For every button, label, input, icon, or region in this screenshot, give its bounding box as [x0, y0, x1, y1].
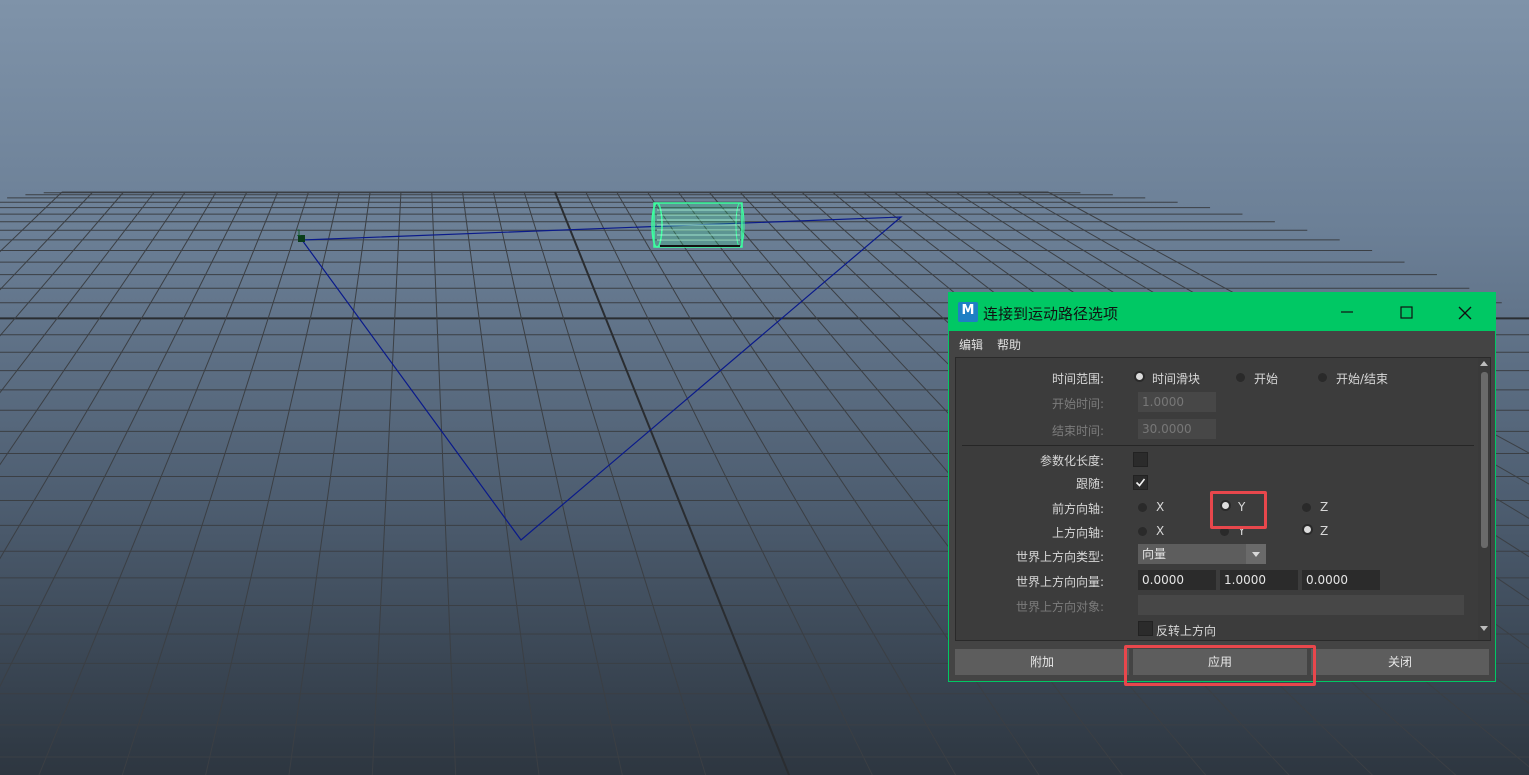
maximize-button[interactable] — [1379, 293, 1435, 331]
up-axis-z-radio[interactable] — [1302, 524, 1313, 535]
world-up-object-field[interactable] — [1138, 595, 1464, 615]
close-icon — [1458, 306, 1472, 320]
maximize-icon — [1400, 306, 1413, 319]
world-up-vector-label: 世界上方向向量: — [1015, 575, 1104, 589]
follow-checkbox[interactable] — [1133, 475, 1148, 490]
minimize-icon — [1341, 311, 1353, 313]
parametric-length-label: 参数化长度: — [1039, 454, 1104, 468]
time-range-slider-radio[interactable] — [1134, 371, 1145, 382]
minimize-button[interactable] — [1319, 293, 1375, 331]
inverse-up-label: 反转上方向 — [1156, 624, 1217, 638]
time-range-start-radio[interactable] — [1236, 373, 1245, 382]
world-up-vector-x-field[interactable]: 0.0000 — [1138, 570, 1216, 590]
checkmark-icon — [1135, 478, 1146, 487]
svg-text:1: 1 — [296, 229, 302, 239]
dropdown-arrow-icon — [1246, 544, 1266, 564]
dialog-titlebar[interactable]: M 连接到运动路径选项 — [949, 293, 1495, 331]
maya-app-icon: M — [958, 302, 978, 322]
close-window-button[interactable] — [1437, 293, 1493, 331]
front-axis-z-radio[interactable] — [1302, 503, 1311, 512]
time-range-start-text: 开始 — [1254, 372, 1279, 386]
cylinder-object[interactable] — [651, 202, 745, 248]
add-button[interactable]: 附加 — [955, 649, 1129, 675]
dialog-menubar: 编辑 帮助 — [949, 331, 1495, 353]
world-up-type-value: 向量 — [1142, 547, 1167, 561]
up-axis-x-text: X — [1156, 524, 1165, 538]
front-axis-x-text: X — [1156, 500, 1165, 514]
end-time-field[interactable]: 30.0000 — [1138, 419, 1216, 439]
front-axis-label: 前方向轴: — [1051, 502, 1104, 516]
up-axis-z-text: Z — [1320, 524, 1329, 538]
time-range-start-end-text: 开始/结束 — [1336, 372, 1389, 386]
world-up-type-dropdown[interactable]: 向量 — [1138, 544, 1266, 564]
parametric-length-checkbox[interactable] — [1133, 452, 1148, 467]
highlight-apply-button — [1124, 645, 1316, 686]
world-up-vector-z-field[interactable]: 0.0000 — [1302, 570, 1380, 590]
front-axis-z-text: Z — [1320, 500, 1329, 514]
world-up-vector-y-field[interactable]: 1.0000 — [1220, 570, 1298, 590]
menu-help[interactable]: 帮助 — [997, 336, 1021, 353]
up-axis-x-radio[interactable] — [1138, 527, 1147, 536]
inverse-up-checkbox[interactable] — [1138, 621, 1153, 636]
menu-edit[interactable]: 编辑 — [959, 336, 983, 353]
follow-label: 跟随: — [1075, 477, 1104, 491]
time-range-label: 时间范围: — [1051, 372, 1104, 386]
time-range-start-end-radio[interactable] — [1318, 373, 1327, 382]
start-time-label: 开始时间: — [1051, 397, 1104, 411]
end-time-label: 结束时间: — [1051, 424, 1104, 438]
dialog-title: 连接到运动路径选项 — [983, 305, 1119, 323]
start-time-field[interactable]: 1.0000 — [1138, 392, 1216, 412]
close-button[interactable]: 关闭 — [1311, 649, 1489, 675]
section-divider — [962, 445, 1474, 446]
up-axis-label: 上方向轴: — [1051, 526, 1104, 540]
scrollbar-thumb[interactable] — [1481, 372, 1488, 548]
front-axis-x-radio[interactable] — [1138, 503, 1147, 512]
world-up-object-label: 世界上方向对象: — [1015, 600, 1104, 614]
world-up-type-label: 世界上方向类型: — [1015, 550, 1104, 564]
motion-path-options-dialog: M 连接到运动路径选项 编辑 帮助 时间范围: 时间滑块 开始 开始/结束 开始… — [948, 292, 1496, 682]
time-range-slider-text: 时间滑块 — [1152, 372, 1201, 386]
highlight-front-axis-y — [1210, 491, 1267, 529]
